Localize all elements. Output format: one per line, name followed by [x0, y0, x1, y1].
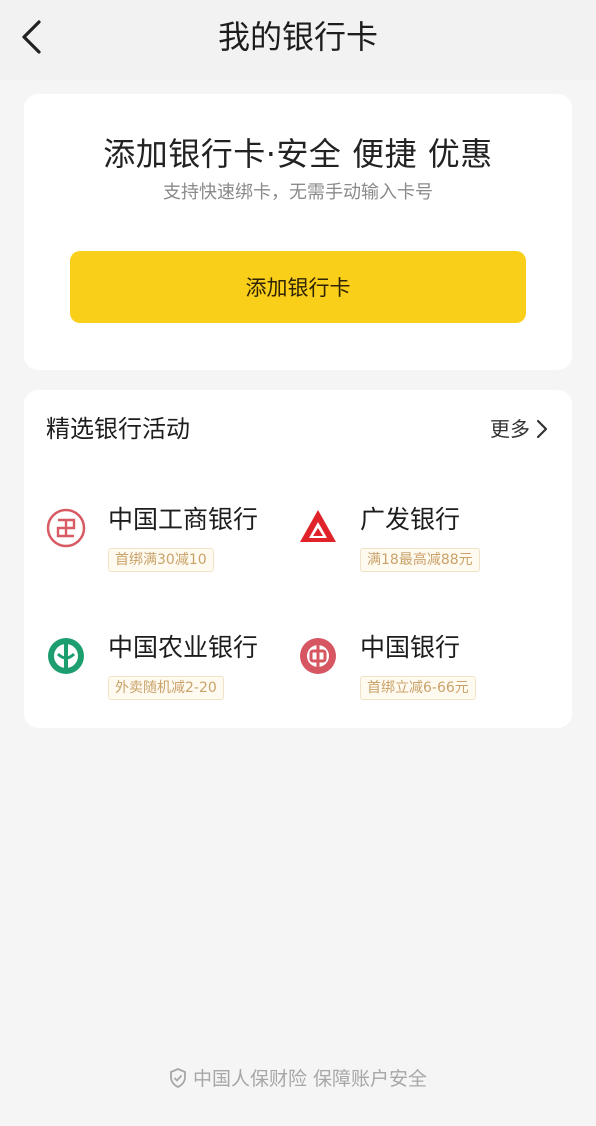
- page-title: 我的银行卡: [217, 18, 378, 56]
- add-bank-card-button[interactable]: 添加银行卡: [70, 251, 526, 323]
- section-title: 精选银行活动: [46, 415, 190, 443]
- shield-icon: [170, 1067, 186, 1088]
- add-card-panel: 添加银行卡·安全 便捷 优惠 支持快速绑卡，无需手动输入卡号 添加银行卡: [24, 94, 572, 370]
- bank-name: 广发银行: [360, 505, 461, 534]
- security-footer: 中国人保财险 保障账户安全: [0, 1064, 596, 1091]
- more-label: 更多: [490, 417, 530, 441]
- bank-item-boc[interactable]: 中国银行 首绑立减6-66元: [298, 633, 548, 726]
- add-card-headline: 添加银行卡·安全 便捷 优惠: [103, 135, 493, 173]
- bank-item-abc[interactable]: 中国农业银行 外卖随机减2-20: [46, 633, 296, 726]
- bank-name: 中国农业银行: [108, 633, 259, 662]
- abc-logo-icon: [48, 638, 84, 674]
- security-note: 中国人保财险 保障账户安全: [192, 1068, 428, 1090]
- bank-activities-panel: 精选银行活动 更多 中国工商银行 首绑满30减10 广发银行 满18最高减88元: [24, 390, 572, 728]
- add-card-subtitle: 支持快速绑卡，无需手动输入卡号: [163, 182, 433, 203]
- bank-item-cgb[interactable]: 广发银行 满18最高减88元: [298, 505, 548, 598]
- cgb-logo-icon: [300, 510, 336, 542]
- promo-badge: 首绑满30减10: [108, 548, 214, 572]
- icbc-logo-icon: [46, 508, 86, 548]
- promo-badge: 满18最高减88元: [360, 548, 480, 572]
- nav-bar: 我的银行卡: [0, 0, 596, 80]
- bank-name: 中国银行: [360, 633, 461, 662]
- bank-item-icbc[interactable]: 中国工商银行 首绑满30减10: [46, 505, 296, 598]
- chevron-right-icon: [536, 419, 548, 439]
- promo-badge: 外卖随机减2-20: [108, 676, 224, 700]
- boc-logo-icon: [300, 638, 336, 674]
- bank-name: 中国工商银行: [108, 505, 259, 534]
- more-link[interactable]: 更多: [490, 414, 548, 444]
- promo-badge: 首绑立减6-66元: [360, 676, 476, 700]
